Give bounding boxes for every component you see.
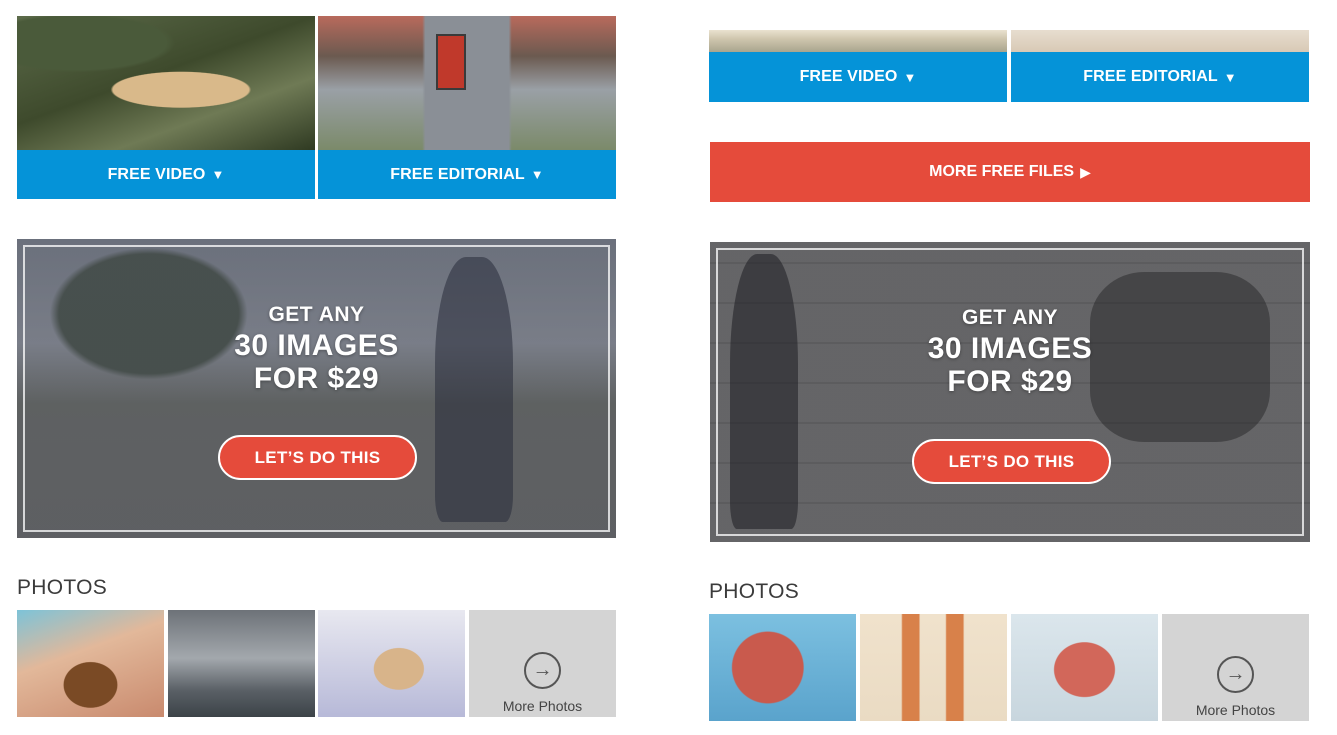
photo-thumbnail[interactable]	[17, 610, 164, 717]
free-editorial-image[interactable]	[1011, 30, 1309, 52]
more-photos-tile[interactable]: → More Photos	[469, 610, 616, 717]
photo-thumbnail[interactable]	[318, 610, 465, 717]
free-video-label: FREE VIDEO	[799, 68, 898, 85]
promo-line-1: GET ANY	[961, 306, 1059, 329]
triangle-right-icon: ▶	[1080, 163, 1091, 180]
free-video-button[interactable]: FREE VIDEO ▼	[709, 52, 1007, 102]
promo-banner[interactable]: GET ANY 30 IMAGES FOR $29 LET’S DO THIS	[17, 239, 616, 538]
free-editorial-label: FREE EDITORIAL	[390, 165, 525, 183]
promo-banner[interactable]: GET ANY 30 IMAGES FOR $29 LET’S DO THIS	[710, 242, 1310, 542]
triangle-down-icon: ▼	[211, 167, 225, 182]
more-free-files-label: MORE FREE FILES	[929, 163, 1075, 180]
photos-section-title: PHOTOS	[709, 580, 800, 603]
more-photos-label: More Photos	[502, 698, 583, 714]
promo-line-3: FOR $29	[947, 365, 1073, 398]
promo-line-2: 30 IMAGES	[927, 332, 1093, 365]
free-video-image[interactable]	[709, 30, 1007, 52]
lets-do-this-button[interactable]: LET’S DO THIS	[912, 439, 1111, 484]
more-photos-tile[interactable]: → More Photos	[1162, 614, 1309, 721]
free-editorial-button[interactable]: FREE EDITORIAL ▼	[1011, 52, 1309, 102]
photo-thumbnail[interactable]	[1011, 614, 1158, 721]
photo-thumbnail[interactable]	[709, 614, 856, 721]
free-editorial-label: FREE EDITORIAL	[1083, 68, 1218, 85]
more-free-files-button[interactable]: MORE FREE FILES ▶	[710, 142, 1310, 202]
free-editorial-button[interactable]: FREE EDITORIAL ▼	[318, 150, 616, 199]
circle-arrow-right-icon: →	[524, 652, 561, 689]
free-video-button[interactable]: FREE VIDEO ▼	[17, 150, 315, 199]
promo-line-2: 30 IMAGES	[234, 329, 399, 362]
triangle-down-icon: ▼	[530, 167, 544, 182]
promo-line-1: GET ANY	[268, 303, 365, 326]
photo-thumbnail[interactable]	[860, 614, 1007, 721]
promo-line-3: FOR $29	[253, 362, 380, 395]
free-video-label: FREE VIDEO	[107, 165, 206, 183]
photos-section-title: PHOTOS	[17, 576, 108, 599]
triangle-down-icon: ▼	[903, 69, 917, 85]
free-video-image[interactable]	[17, 16, 315, 150]
triangle-down-icon: ▼	[1223, 69, 1237, 85]
lets-do-this-button[interactable]: LET’S DO THIS	[218, 435, 417, 480]
free-editorial-image[interactable]	[318, 16, 616, 150]
more-photos-label: More Photos	[1195, 702, 1276, 718]
circle-arrow-right-icon: →	[1217, 656, 1254, 693]
photo-thumbnail[interactable]	[168, 610, 315, 717]
